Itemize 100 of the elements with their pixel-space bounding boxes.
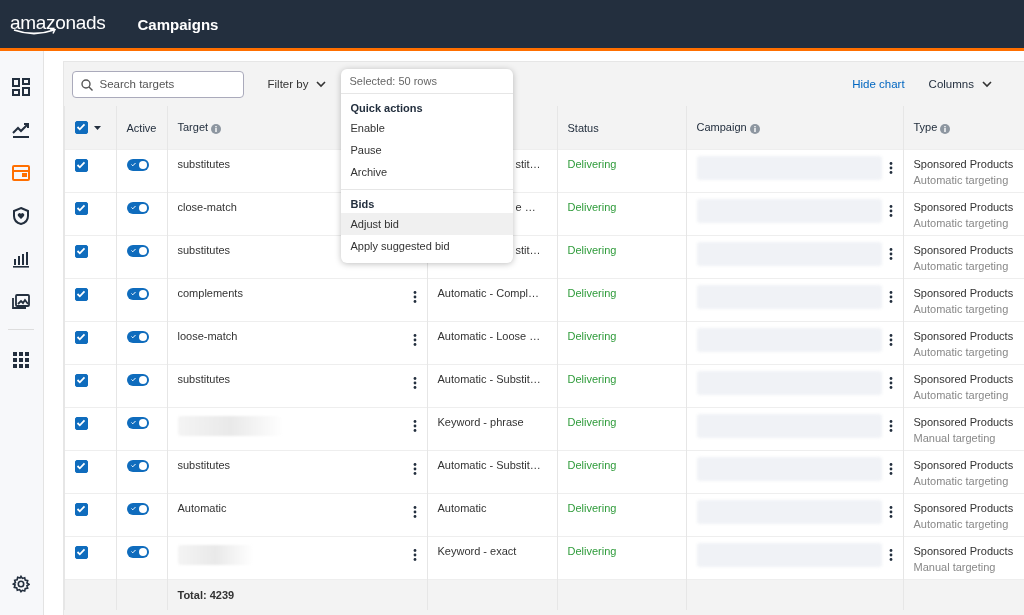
- hide-chart-link[interactable]: Hide chart: [852, 78, 905, 90]
- match-type-text: Automatic - Substit…: [437, 373, 541, 385]
- status-text: Delivering: [567, 201, 617, 213]
- type-text: Sponsored Products: [913, 416, 1014, 428]
- more-options-icon[interactable]: [888, 506, 893, 518]
- match-type-text: e …: [515, 201, 536, 213]
- more-options-icon[interactable]: [888, 420, 893, 432]
- target-text: substitutes: [177, 158, 231, 170]
- more-options-icon[interactable]: [888, 205, 893, 217]
- checkbox[interactable]: [74, 244, 88, 258]
- checkbox[interactable]: [74, 158, 88, 172]
- menu-item[interactable]: Pause: [340, 139, 513, 161]
- checkbox[interactable]: [74, 373, 88, 387]
- info-icon[interactable]: [940, 123, 951, 134]
- checkbox[interactable]: [74, 287, 88, 301]
- toggle-switch[interactable]: [126, 546, 149, 559]
- checkbox[interactable]: [74, 459, 88, 473]
- match-type-text: Automatic - Loose …: [437, 330, 541, 342]
- checkbox[interactable]: [74, 121, 88, 135]
- columns-dropdown[interactable]: Columns: [922, 77, 998, 91]
- menu-item[interactable]: Adjust bid: [340, 213, 513, 235]
- more-options-icon[interactable]: [412, 549, 417, 561]
- targeting-text: Automatic targeting: [913, 303, 1010, 315]
- menu-item[interactable]: Archive: [340, 161, 513, 183]
- info-icon[interactable]: [211, 123, 222, 134]
- toggle-switch[interactable]: [126, 460, 149, 473]
- search-field[interactable]: Search targets: [71, 70, 244, 98]
- checkbox[interactable]: [74, 545, 88, 559]
- more-options-icon[interactable]: [888, 162, 893, 174]
- menu-item[interactable]: Enable: [340, 117, 513, 139]
- type-text: Sponsored Products: [913, 502, 1014, 514]
- toggle-switch[interactable]: [126, 374, 149, 387]
- toggle-switch[interactable]: [126, 503, 149, 516]
- check-icon: [130, 162, 136, 168]
- more-options-icon[interactable]: [412, 463, 417, 475]
- target-text: close-match: [177, 201, 237, 213]
- column-header[interactable]: Status: [567, 121, 599, 134]
- wallet-icon[interactable]: [11, 163, 32, 182]
- checkbox[interactable]: [74, 502, 88, 516]
- target-text: substitutes: [177, 459, 231, 471]
- more-options-icon[interactable]: [412, 334, 417, 346]
- targeting-text: Automatic targeting: [913, 346, 1010, 358]
- bar-chart-icon[interactable]: [12, 249, 31, 268]
- toggle-switch[interactable]: [126, 331, 149, 344]
- status-text: Delivering: [567, 373, 617, 385]
- images-icon[interactable]: [11, 292, 32, 311]
- info-icon[interactable]: [749, 123, 760, 134]
- checkbox[interactable]: [74, 416, 88, 430]
- toggle-switch[interactable]: [126, 159, 149, 172]
- more-options-icon[interactable]: [888, 549, 893, 561]
- column-header[interactable]: Target: [177, 121, 209, 134]
- column-header[interactable]: Campaign: [696, 121, 747, 134]
- trend-chart-icon[interactable]: [11, 120, 32, 139]
- target-text: substitutes: [177, 373, 231, 385]
- more-options-icon[interactable]: [412, 291, 417, 303]
- column-header[interactable]: Active: [126, 121, 157, 134]
- type-text: Sponsored Products: [913, 545, 1014, 557]
- check-icon: [130, 334, 136, 340]
- status-text: Delivering: [567, 158, 617, 170]
- check-icon: [130, 248, 136, 254]
- menu-item[interactable]: Apply suggested bid: [340, 235, 513, 257]
- checkbox[interactable]: [74, 201, 88, 215]
- status-text: Delivering: [567, 244, 617, 256]
- more-options-icon[interactable]: [888, 291, 893, 303]
- dashboard-icon[interactable]: [11, 76, 32, 97]
- toggle-switch[interactable]: [126, 417, 149, 430]
- toggle-switch[interactable]: [126, 288, 149, 301]
- chevron-down-icon: [982, 80, 992, 88]
- column-header[interactable]: Type: [913, 121, 938, 134]
- more-options-icon[interactable]: [888, 463, 893, 475]
- check-icon: [130, 291, 136, 297]
- targeting-text: Automatic targeting: [913, 389, 1010, 401]
- filter-dropdown[interactable]: Filter by: [261, 77, 333, 91]
- toggle-switch[interactable]: [126, 245, 149, 258]
- apps-grid-icon[interactable]: [13, 351, 30, 368]
- more-options-icon[interactable]: [412, 377, 417, 389]
- targeting-text: Automatic targeting: [913, 217, 1010, 229]
- targeting-text: Automatic targeting: [913, 260, 1010, 272]
- type-text: Sponsored Products: [913, 330, 1014, 342]
- check-icon: [75, 202, 86, 213]
- target-text: substitutes: [177, 244, 231, 256]
- selection-count: Selected: 50 rows: [340, 69, 513, 94]
- more-options-icon[interactable]: [888, 377, 893, 389]
- type-text: Sponsored Products: [913, 287, 1014, 299]
- caret-icon[interactable]: [93, 125, 101, 130]
- settings-icon[interactable]: [12, 574, 31, 593]
- shield-heart-icon[interactable]: [11, 205, 32, 226]
- checkbox[interactable]: [74, 330, 88, 344]
- match-type-text: Automatic - Compl…: [437, 287, 539, 299]
- check-icon: [130, 377, 136, 383]
- amazon-ads-logo[interactable]: amazonads: [10, 12, 106, 36]
- more-options-icon[interactable]: [888, 334, 893, 346]
- more-options-icon[interactable]: [412, 506, 417, 518]
- status-text: Delivering: [567, 502, 617, 514]
- toggle-switch[interactable]: [126, 202, 149, 215]
- check-icon: [75, 546, 86, 557]
- more-options-icon[interactable]: [888, 248, 893, 260]
- more-options-icon[interactable]: [412, 420, 417, 432]
- page-title: Campaigns: [137, 15, 219, 33]
- match-type-text: Keyword - phrase: [437, 416, 524, 428]
